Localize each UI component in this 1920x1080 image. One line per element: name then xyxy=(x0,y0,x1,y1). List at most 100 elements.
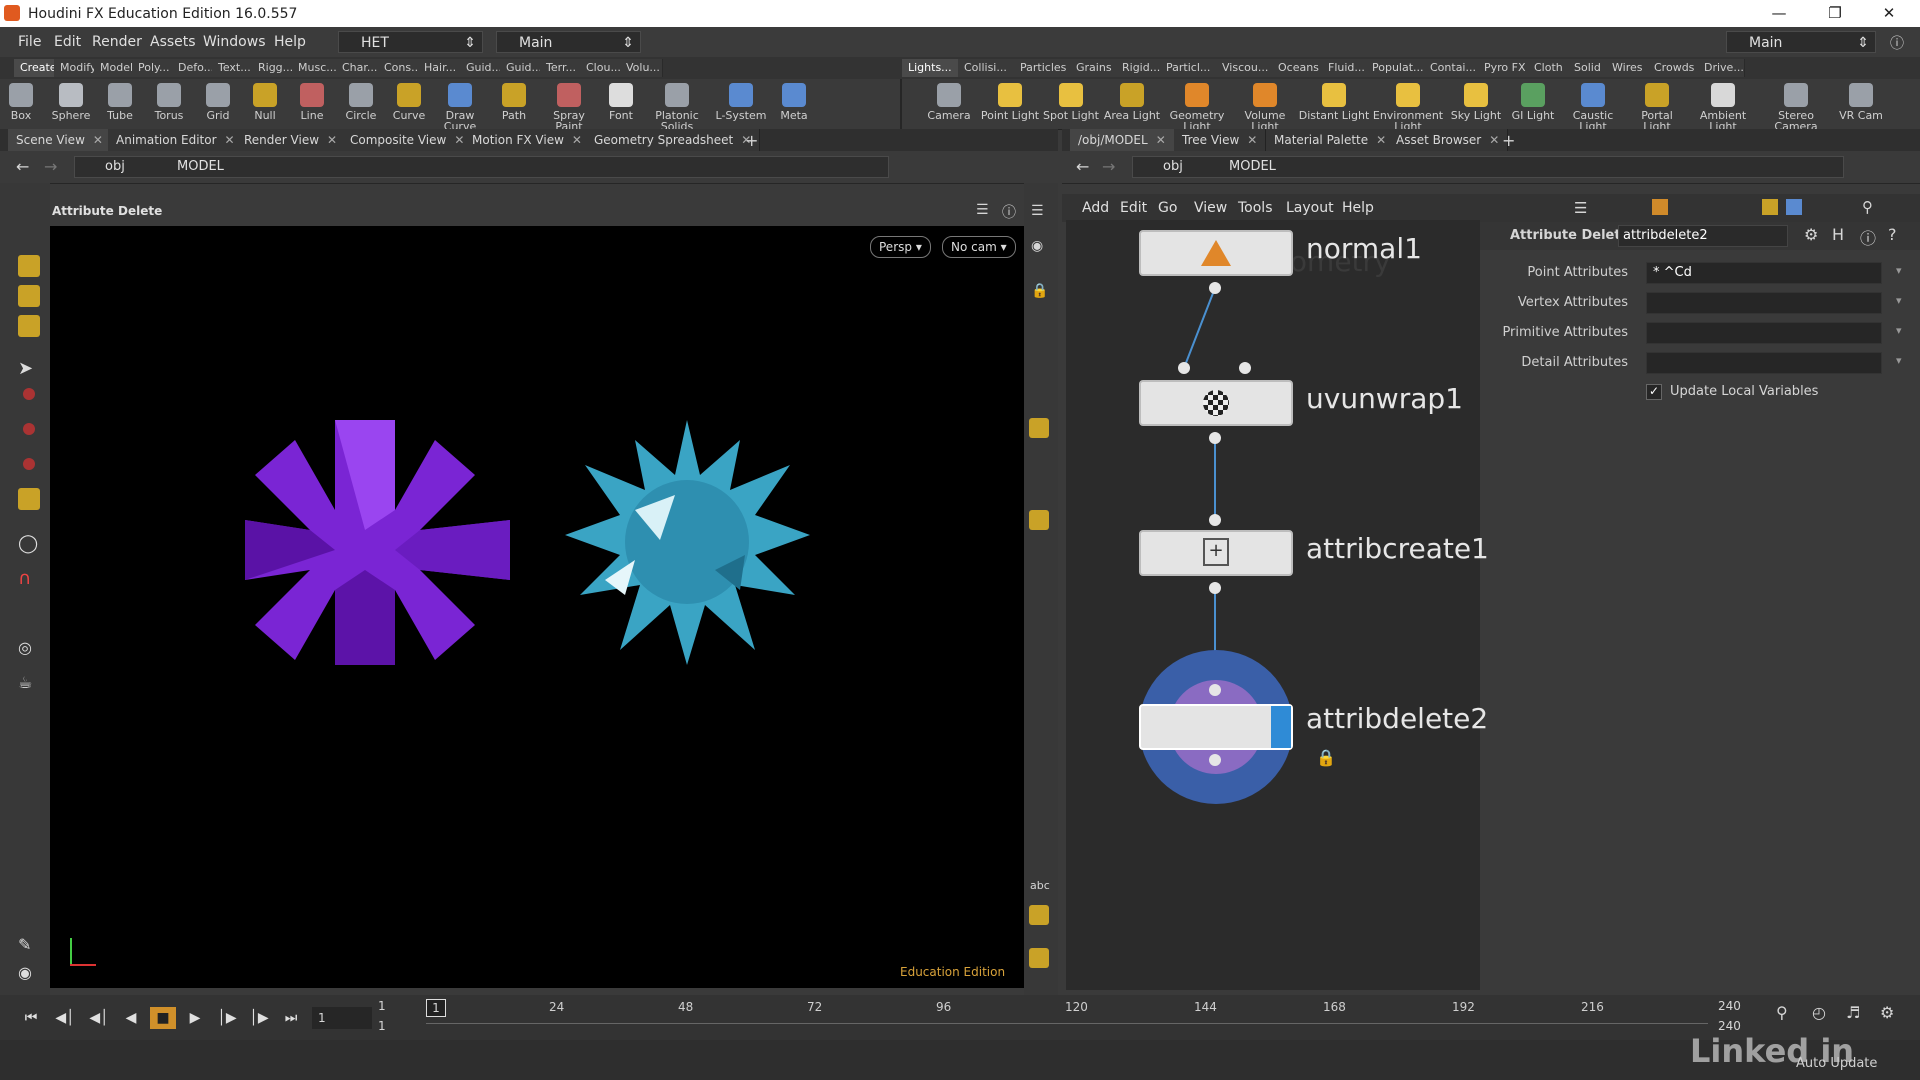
realtime-icon[interactable]: ◴ xyxy=(1812,1003,1826,1022)
tool-caustic-light[interactable]: Caustic Light xyxy=(1560,81,1626,132)
rotate-tool-icon[interactable] xyxy=(23,423,35,435)
globe-icon[interactable]: ◉ xyxy=(18,963,40,985)
shelf-tab[interactable]: Oceans xyxy=(1272,59,1323,77)
shelf-tab[interactable]: Pyro FX xyxy=(1478,59,1529,77)
network-menu-item[interactable]: Layout xyxy=(1286,200,1334,216)
right-desktop-selector[interactable]: Main ⇕ xyxy=(1726,31,1876,53)
playback-start-field[interactable]: 1 xyxy=(378,1019,386,1033)
tool-ambient-light[interactable]: Ambient Light xyxy=(1688,81,1758,132)
left-tab[interactable]: Animation Editor ✕ xyxy=(108,129,244,151)
tool-grid[interactable]: Grid xyxy=(194,81,242,121)
lock-icon[interactable]: 🔒 xyxy=(1316,748,1336,767)
node-attribdelete2[interactable] xyxy=(1139,704,1293,750)
gear-icon[interactable]: ⚙ xyxy=(1804,225,1818,244)
back-arrow-icon[interactable]: ← xyxy=(1076,157,1089,176)
network-editor[interactable]: Geometry normal1 uvunwrap1 + attribcreat… xyxy=(1066,220,1489,990)
forward-arrow-icon[interactable]: → xyxy=(1102,157,1115,176)
tool-environment-light[interactable]: Environment Light xyxy=(1370,81,1446,132)
path-crumb-model[interactable]: MODEL xyxy=(1229,157,1276,177)
shelf-tab[interactable]: Text... xyxy=(212,59,253,77)
play-reverse-button[interactable]: ◀ xyxy=(118,1007,144,1029)
audio-icon[interactable]: ♬ xyxy=(1846,1003,1860,1022)
dropdown-icon[interactable]: ▾ xyxy=(1896,264,1902,277)
tool-meta[interactable]: Meta xyxy=(772,81,816,121)
teal-spiky-geometry[interactable] xyxy=(565,420,810,665)
close-button[interactable]: ✕ xyxy=(1866,0,1912,27)
shelf-tab[interactable]: Rigid... xyxy=(1116,59,1161,77)
input-port[interactable] xyxy=(1209,684,1221,696)
start-frame-field[interactable]: 1 xyxy=(378,999,386,1013)
primitive-attributes-field[interactable] xyxy=(1646,322,1882,344)
point-attributes-field[interactable]: * ^Cd xyxy=(1646,262,1882,284)
tool-geometry-light[interactable]: Geometry Light xyxy=(1162,81,1232,132)
output-port[interactable] xyxy=(1209,582,1221,594)
shelf-tab[interactable]: Collisi... xyxy=(958,59,1015,77)
abc-icon[interactable]: abc xyxy=(1030,879,1050,892)
frame-marker[interactable]: 1 xyxy=(426,999,446,1017)
menu-windows[interactable]: Windows xyxy=(203,34,266,50)
forward-arrow-icon[interactable]: → xyxy=(44,157,57,176)
play-button[interactable]: ▶ xyxy=(182,1007,208,1029)
restore-button[interactable]: ❐ xyxy=(1812,0,1858,27)
playback-end-field[interactable]: 240 xyxy=(1718,1019,1741,1033)
tool-point-light[interactable]: Point Light xyxy=(980,81,1040,121)
key-icon[interactable]: ⚲ xyxy=(1776,1003,1788,1022)
left-tab[interactable]: Geometry Spreadsheet ✕ xyxy=(586,129,761,151)
back-arrow-icon[interactable]: ← xyxy=(16,157,29,176)
houdini-help-icon[interactable]: H xyxy=(1832,225,1844,244)
path-crumb-model[interactable]: MODEL xyxy=(177,157,224,177)
select-tool-icon[interactable] xyxy=(18,255,40,277)
help-icon[interactable]: ⓘ xyxy=(1890,33,1904,53)
tree-icon[interactable]: ☰ xyxy=(1574,199,1587,217)
network-menu-item[interactable]: View xyxy=(1194,200,1227,216)
shelf-tab[interactable]: Volu... xyxy=(620,59,663,77)
desktop-selector[interactable]: HET ⇕ xyxy=(338,31,483,53)
scale-tool-icon[interactable] xyxy=(23,458,35,470)
input-port[interactable] xyxy=(1209,514,1221,526)
shelf-tab[interactable]: Grains xyxy=(1070,59,1117,77)
jump-end-button[interactable]: ⏭ xyxy=(278,1007,304,1029)
tool-font[interactable]: Font xyxy=(598,81,644,121)
tool-sky-light[interactable]: Sky Light xyxy=(1446,81,1506,121)
output-port[interactable] xyxy=(1209,432,1221,444)
shelf-tab[interactable]: Model xyxy=(94,59,133,77)
step-back-key-button[interactable]: ◀│ xyxy=(52,1007,78,1029)
menu-help[interactable]: Help xyxy=(274,34,306,50)
paint-icon[interactable]: ✎ xyxy=(18,935,40,957)
persp-menu[interactable]: Persp ▾ xyxy=(870,236,931,258)
dropdown-icon[interactable]: ▾ xyxy=(1896,294,1902,307)
transform-tool-icon[interactable] xyxy=(18,285,40,307)
magnet-icon[interactable]: ∩ xyxy=(18,568,40,590)
update-local-variables-checkbox[interactable]: ✓ xyxy=(1646,384,1662,400)
tool-null[interactable]: Null xyxy=(242,81,288,121)
shelf-tab[interactable]: Wires xyxy=(1606,59,1649,77)
image-icon[interactable] xyxy=(1786,199,1802,215)
close-tab-icon[interactable]: ✕ xyxy=(1247,133,1257,147)
add-tab-icon[interactable]: + xyxy=(745,131,758,150)
tool-tube[interactable]: Tube xyxy=(96,81,144,121)
path-crumb-obj[interactable]: obj xyxy=(105,157,125,177)
close-tab-icon[interactable]: ✕ xyxy=(1489,133,1499,147)
network-selector[interactable]: Main ⇕ xyxy=(496,31,641,53)
shelf-tab[interactable]: Viscou... xyxy=(1216,59,1273,77)
timeline-options-icon[interactable]: ⚙ xyxy=(1880,1003,1894,1022)
shelf-tab[interactable]: Cons... xyxy=(378,59,419,77)
path-crumb-obj[interactable]: obj xyxy=(1163,157,1183,177)
tool-torus[interactable]: Torus xyxy=(144,81,194,121)
input-port[interactable] xyxy=(1178,362,1190,374)
dropdown-icon[interactable]: ▾ xyxy=(1896,324,1902,337)
scene-viewport[interactable]: Persp ▾ No cam ▾ Education Edition xyxy=(50,226,1024,988)
shelf-tab[interactable]: Guid... xyxy=(460,59,501,77)
display-flag[interactable] xyxy=(1271,706,1291,748)
shelf-tab[interactable]: Create xyxy=(14,59,55,77)
display-options-icon[interactable]: ☰ xyxy=(1031,203,1044,219)
left-tab[interactable]: Scene View ✕ xyxy=(8,129,112,151)
camera-menu[interactable]: No cam ▾ xyxy=(942,236,1016,258)
time-slider[interactable]: 1 24 48 72 96 120 144 168 192 216 xyxy=(426,997,1708,1033)
tool-stereo-camera[interactable]: Stereo Camera xyxy=(1758,81,1834,132)
menu-edit[interactable]: Edit xyxy=(54,34,81,50)
light-bulb-icon[interactable] xyxy=(1029,948,1049,968)
output-port[interactable] xyxy=(1209,282,1221,294)
dropdown-icon[interactable]: ▾ xyxy=(1896,354,1902,367)
tool-l-system[interactable]: L-System xyxy=(710,81,772,121)
